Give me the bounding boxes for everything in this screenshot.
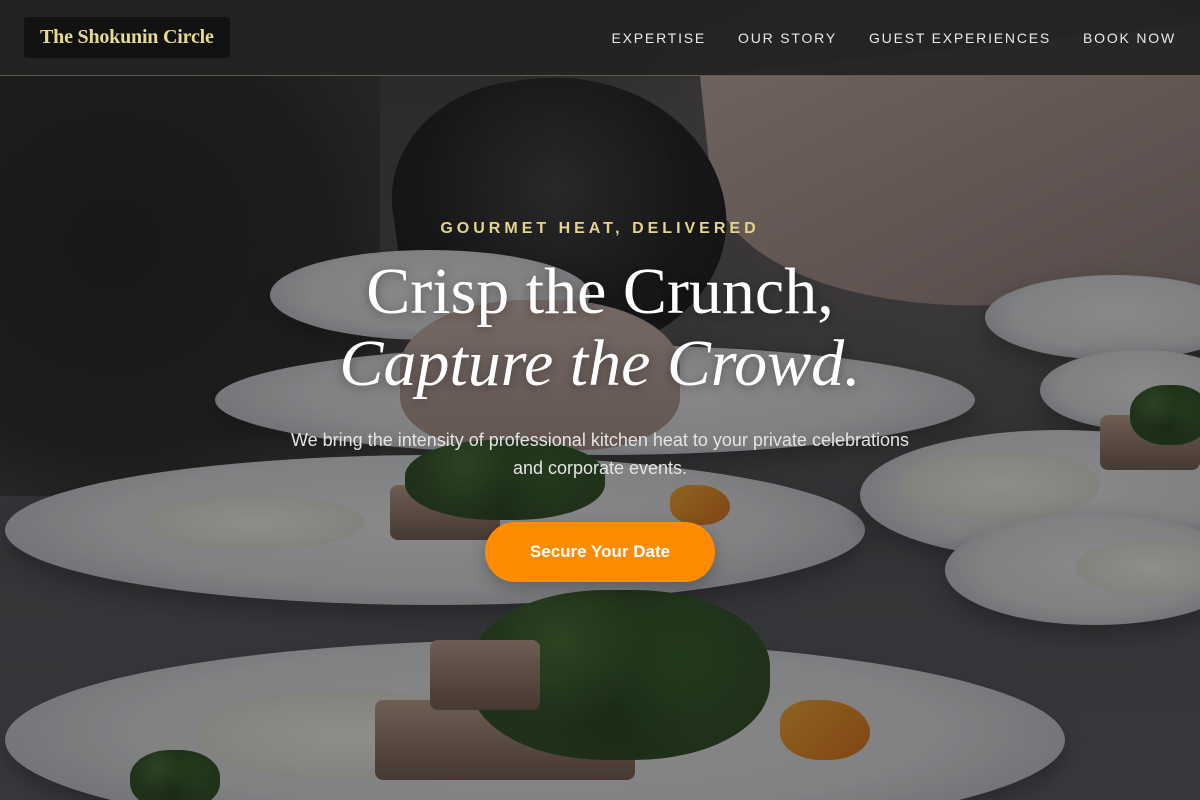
hero-headline-line2: Capture the Crowd.	[339, 327, 861, 400]
nav-link-book-now[interactable]: BOOK NOW	[1083, 30, 1176, 46]
hero-section: GOURMET HEAT, DELIVERED Crisp the Crunch…	[0, 0, 1200, 800]
secure-your-date-button[interactable]: Secure Your Date	[485, 522, 715, 582]
nav-link-guest-experiences[interactable]: GUEST EXPERIENCES	[869, 30, 1051, 46]
nav-link-our-story[interactable]: OUR STORY	[738, 30, 837, 46]
hero-subtext: We bring the intensity of professional k…	[290, 430, 909, 478]
nav-link-expertise[interactable]: EXPERTISE	[612, 30, 707, 46]
hero-headline-line1: Crisp the Crunch,	[366, 255, 834, 328]
brand-logo[interactable]: The Shokunin Circle	[24, 17, 230, 58]
main-nav: EXPERTISE OUR STORY GUEST EXPERIENCES BO…	[612, 30, 1176, 46]
hero-headline: Crisp the Crunch, Capture the Crowd.	[0, 256, 1200, 400]
hero-eyebrow: GOURMET HEAT, DELIVERED	[440, 220, 760, 237]
site-header: The Shokunin Circle EXPERTISE OUR STORY …	[0, 0, 1200, 76]
